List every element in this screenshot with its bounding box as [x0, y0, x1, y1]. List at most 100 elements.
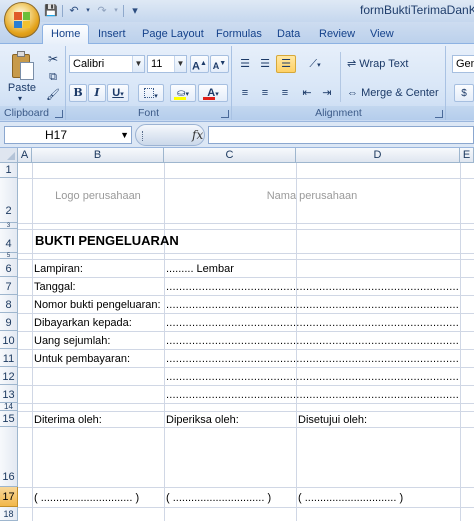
align-left-button[interactable]: ≡: [236, 84, 254, 102]
office-logo-icon: [14, 12, 30, 28]
tab-formulas[interactable]: Formulas: [216, 26, 262, 44]
font-size-value: 11: [151, 58, 163, 70]
accounting-format-button[interactable]: $: [454, 84, 474, 102]
column-header-d[interactable]: D: [296, 148, 460, 163]
select-all-corner[interactable]: [0, 148, 18, 163]
row-header-11[interactable]: 11: [0, 349, 18, 367]
untuk-pembayaran-label: Untuk pembayaran:: [34, 353, 130, 365]
fill-color-button[interactable]: ⛀▾: [170, 84, 196, 102]
fill-color-swatch: [174, 97, 186, 100]
clipboard-launcher-icon[interactable]: [55, 110, 63, 118]
copy-button[interactable]: ⧉: [45, 68, 61, 84]
formula-input[interactable]: [208, 126, 474, 144]
excel-window: 💾 ↶ ▾ ↷ ▾ ▾ formBuktiTerimaDanKel Home I…: [0, 0, 474, 521]
gridline: [164, 163, 165, 521]
alignment-group: ☰ ☰ ☰ ⟋▾ ≡ ≡ ≡ ⇤ ⇥ ⇌ Wrap Text ⇔ Merge &…: [232, 46, 446, 120]
formula-bar: H17 ▼ fx: [0, 122, 474, 148]
row-header-18[interactable]: 18: [0, 507, 18, 521]
grow-font-button[interactable]: A▲: [190, 55, 209, 73]
wrap-text-button[interactable]: ⇌ Wrap Text: [344, 55, 442, 73]
tab-home[interactable]: Home: [42, 24, 90, 45]
gridline: [18, 277, 474, 278]
chevron-down-icon[interactable]: ▼: [174, 56, 186, 72]
column-header-c[interactable]: C: [164, 148, 296, 163]
tab-data[interactable]: Data: [277, 26, 300, 44]
gridline: [460, 163, 461, 521]
font-group-label: Font: [66, 106, 231, 120]
tab-insert[interactable]: Insert: [98, 26, 126, 44]
column-header-b[interactable]: B: [32, 148, 164, 163]
undo-icon[interactable]: ↶: [67, 4, 81, 18]
align-bottom-button[interactable]: ☰: [276, 55, 296, 73]
row-header-1[interactable]: 1: [0, 163, 18, 178]
cut-button[interactable]: ✂: [45, 50, 61, 66]
window-title: formBuktiTerimaDanKel: [360, 3, 474, 17]
paste-button[interactable]: Paste ▾: [0, 46, 44, 104]
chevron-down-icon[interactable]: ▼: [120, 127, 129, 143]
font-color-button[interactable]: A▾: [198, 84, 228, 102]
wrap-text-icon: ⇌: [347, 58, 357, 70]
format-painter-button[interactable]: 🖌: [45, 86, 61, 102]
increase-indent-button[interactable]: ⇥: [318, 84, 336, 102]
customize-qat-icon[interactable]: ▾: [128, 4, 142, 18]
decrease-indent-icon: ⇤: [302, 87, 312, 99]
insert-function-button[interactable]: fx: [192, 128, 203, 142]
row-header-2[interactable]: 2: [0, 178, 18, 223]
save-icon[interactable]: 💾: [44, 4, 58, 18]
scissors-icon: ✂: [47, 52, 59, 66]
font-name-combo[interactable]: Calibri ▼: [69, 55, 145, 73]
row-header-4[interactable]: 4: [0, 229, 18, 253]
number-format-combo[interactable]: Gene: [452, 55, 474, 73]
row-header-13[interactable]: 13: [0, 385, 18, 403]
decrease-indent-button[interactable]: ⇤: [298, 84, 316, 102]
resize-handle-icon[interactable]: [142, 131, 145, 141]
font-launcher-icon[interactable]: [221, 110, 229, 118]
row-header-7[interactable]: 7: [0, 277, 18, 295]
orientation-button[interactable]: ⟋▾: [302, 55, 328, 73]
redo-icon[interactable]: ↷: [95, 4, 109, 18]
tab-page-layout[interactable]: Page Layout: [142, 26, 204, 44]
alignment-divider: [340, 52, 341, 102]
shrink-font-button[interactable]: A▼: [210, 55, 229, 73]
align-middle-button[interactable]: ☰: [256, 55, 274, 73]
column-header-a[interactable]: A: [18, 148, 32, 163]
underline-button[interactable]: U▾: [107, 84, 129, 102]
diterima-label: Diterima oleh:: [34, 414, 102, 426]
font-name-value: Calibri: [73, 58, 105, 70]
align-right-button[interactable]: ≡: [276, 84, 294, 102]
orientation-icon: ⟋: [309, 58, 318, 70]
row-header-10[interactable]: 10: [0, 331, 18, 349]
row-header-17[interactable]: 17: [0, 487, 18, 507]
row-header-15[interactable]: 15: [0, 411, 18, 427]
row-header-14[interactable]: 14: [0, 403, 18, 411]
column-header-e[interactable]: E: [460, 148, 474, 163]
undo-dropdown-icon[interactable]: ▾: [85, 4, 91, 18]
gridline: [18, 403, 474, 404]
row-header-9[interactable]: 9: [0, 313, 18, 331]
gridline: [18, 411, 474, 412]
row-header-12[interactable]: 12: [0, 367, 18, 385]
align-center-button[interactable]: ≡: [256, 84, 274, 102]
row-header-6[interactable]: 6: [0, 259, 18, 277]
diperiksa-label: Diperiksa oleh:: [166, 414, 239, 426]
align-top-button[interactable]: ☰: [236, 55, 254, 73]
merge-center-button[interactable]: ⇔ Merge & Center ▾: [344, 84, 444, 114]
name-box[interactable]: H17 ▼: [4, 126, 132, 144]
diperiksa-signature: ( .............................. ): [166, 492, 272, 504]
quick-access-toolbar: 💾 ↶ ▾ ↷ ▾ ▾: [44, 3, 142, 19]
worksheet-grid[interactable]: A B C D E 1 2 3 4 5 6 7 8 9 10 11 12 13 …: [0, 148, 474, 521]
gridline: [18, 229, 474, 230]
borders-button[interactable]: ▾: [138, 84, 164, 102]
italic-button[interactable]: I: [88, 84, 106, 102]
alignment-launcher-icon[interactable]: [435, 110, 443, 118]
row-header-16[interactable]: 16: [0, 427, 18, 487]
tab-view[interactable]: View: [370, 26, 394, 44]
font-size-combo[interactable]: 11 ▼: [147, 55, 187, 73]
redo-dropdown-icon[interactable]: ▾: [113, 4, 119, 18]
chevron-down-icon[interactable]: ▼: [132, 56, 144, 72]
row-header-8[interactable]: 8: [0, 295, 18, 313]
office-button[interactable]: [4, 2, 40, 38]
font-group: Calibri ▼ 11 ▼ A▲ A▼ B I U▾ ▾ ⛀▾ A▾ Font: [66, 46, 232, 120]
tab-review[interactable]: Review: [319, 26, 355, 44]
bold-button[interactable]: B: [69, 84, 87, 102]
